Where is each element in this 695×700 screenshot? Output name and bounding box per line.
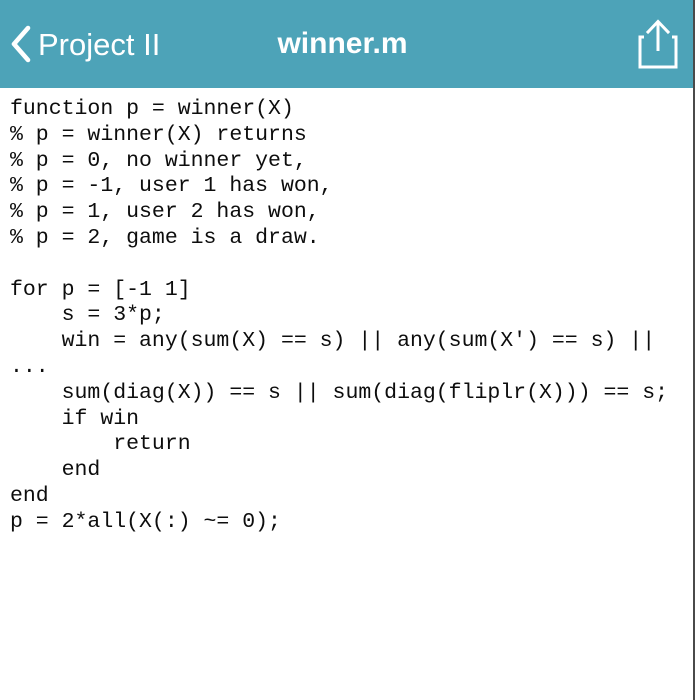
source-code-text[interactable]: function p = winner(X) % p = winner(X) r…: [0, 88, 693, 536]
code-scroll-container[interactable]: function p = winner(X) % p = winner(X) r…: [0, 88, 693, 700]
page-title-text: winner.m: [277, 27, 408, 60]
share-export-icon: [638, 19, 678, 69]
back-button-label: Project II: [38, 26, 161, 62]
back-button[interactable]: Project II: [0, 0, 160, 88]
navigation-bar: Project II winner.m: [0, 0, 693, 88]
file-viewer-screen: Project II winner.m function p = winner(…: [0, 0, 695, 700]
share-button[interactable]: [637, 0, 679, 88]
chevron-left-icon: [11, 25, 31, 63]
